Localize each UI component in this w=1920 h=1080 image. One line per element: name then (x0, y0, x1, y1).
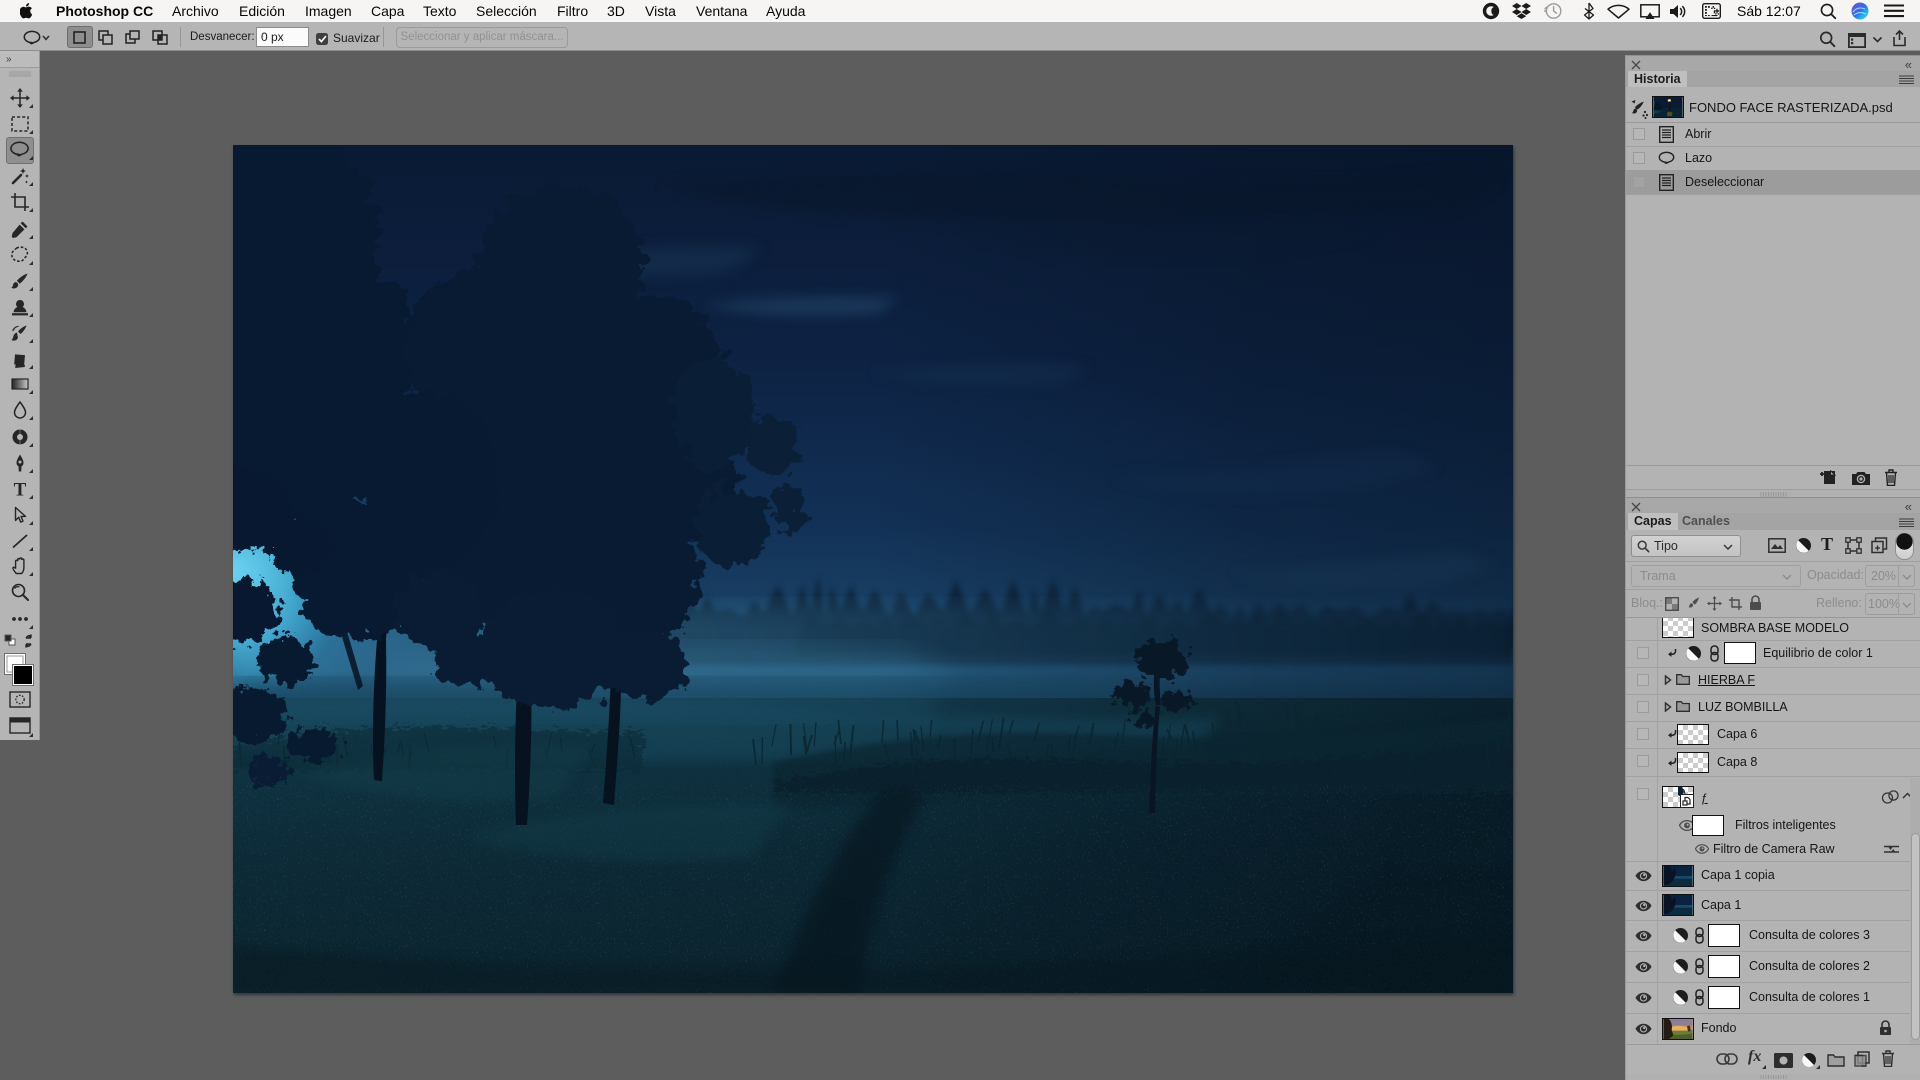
svg-text:T: T (14, 480, 27, 500)
